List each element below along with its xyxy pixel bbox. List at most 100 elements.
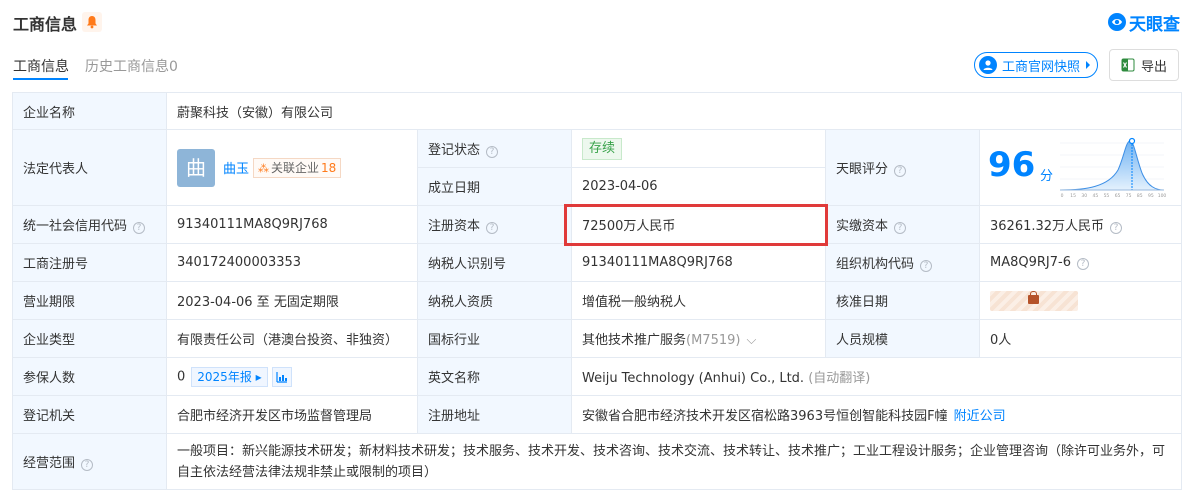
question-icon[interactable]: ? (486, 222, 499, 234)
question-icon[interactable]: ? (81, 459, 94, 471)
score-label-cell: 天眼评分? (825, 129, 980, 206)
company-name-label: 企业名称 (12, 92, 167, 130)
highlight-box (564, 204, 828, 246)
table-row: 参保人数 0 2025年报 ▸ 英文名称 Weiju Technology (An… (12, 357, 1183, 396)
question-icon[interactable]: ? (1076, 258, 1089, 270)
address-cell: 安徽省合肥市经济技术开发区宿松路3963号恒创智能科技园F幢 附近公司 (570, 395, 1183, 434)
found-date-label: 成立日期 (417, 167, 572, 206)
taxpayer-id-label: 纳税人识别号 (417, 243, 572, 282)
related-companies-tag[interactable]: ⁂ 关联企业 18 (253, 157, 342, 178)
excel-icon (1121, 58, 1135, 72)
score-axis-tick: 0 (1061, 193, 1064, 199)
logo-mark-icon (1108, 13, 1126, 31)
insured-value: 0 (177, 369, 186, 384)
score-axis-tick: 45 (1092, 193, 1098, 199)
reg-capital-label-cell: 注册资本? (417, 205, 572, 244)
trend-chart-icon[interactable] (271, 366, 292, 387)
org-code-cell: MA8Q9RJ7-6? (978, 243, 1183, 282)
address-label: 注册地址 (417, 395, 572, 434)
official-site-snapshot-button[interactable]: 工商官网快照 (974, 52, 1098, 78)
reg-status-label-cell: 登记状态? (417, 129, 572, 168)
question-icon[interactable]: ? (1110, 222, 1123, 234)
locked-content[interactable] (990, 290, 1078, 311)
found-date-value: 2023-04-06 (571, 167, 826, 206)
scope-label: 经营范围 (23, 456, 76, 471)
industry-cell[interactable]: 其他技术推广服务(M7519) ⌵ (571, 319, 826, 358)
english-name-label: 英文名称 (417, 357, 572, 396)
table-row: 法定代表人 曲曲玉 ⁂关联企业18 登记状态? 存续 天眼评分? 96 分 (12, 129, 1183, 206)
score-axis-tick: 30 (1081, 193, 1087, 199)
score-cell[interactable]: 96 分 0 15 30 45 55 65 75 85 95 100 (978, 129, 1183, 206)
bell-icon[interactable] (82, 12, 102, 32)
export-label: 导出 (1140, 59, 1167, 75)
annual-report-tag[interactable]: 2025年报 ▸ (191, 366, 268, 387)
score-axis-tick: 75 (1126, 193, 1132, 199)
table-row: 企业类型 有限责任公司（港澳台投资、非独资） 国标行业 其他技术推广服务(M75… (12, 319, 1183, 358)
reg-status-cell: 存续 (571, 129, 826, 168)
industry-label: 国标行业 (417, 319, 572, 358)
page-title: 工商信息 (13, 15, 78, 34)
legal-rep-label: 法定代表人 (12, 129, 167, 206)
insured-label: 参保人数 (12, 357, 167, 396)
active-tab-indicator (13, 78, 68, 80)
taxpayer-qual-label: 纳税人资质 (417, 281, 572, 320)
status-badge: 存续 (582, 137, 623, 160)
score-axis-tick: 95 (1148, 193, 1154, 199)
paid-capital-value: 36261.32万人民币 (990, 219, 1105, 234)
question-icon[interactable]: ? (486, 146, 499, 158)
legal-rep-name-link[interactable]: 曲玉 (223, 162, 249, 177)
score-widget: 96 分 0 15 30 45 55 65 75 85 95 100 (980, 131, 1181, 205)
nearby-companies-link[interactable]: 附近公司 (954, 409, 1006, 424)
table-row: 企业名称 蔚聚科技（安徽）有限公司 (12, 92, 1183, 130)
score-unit: 分 (1040, 168, 1054, 184)
approve-date-label: 核准日期 (825, 281, 980, 320)
english-name-value: Weiju Technology (Anhui) Co., Ltd. (582, 371, 805, 386)
table-row: 登记机关 合肥市经济开发区市场监督管理局 注册地址 安徽省合肥市经济技术开发区宿… (12, 395, 1183, 434)
industry-code: (M7519) (686, 333, 741, 348)
reg-capital-label: 注册资本 (428, 219, 481, 234)
related-companies-count: 18 (321, 160, 337, 175)
question-icon[interactable]: ? (894, 165, 907, 177)
taxpayer-qual-value: 增值税一般纳税人 (571, 281, 826, 320)
score-axis-tick: 85 (1137, 193, 1143, 199)
score-axis-tick: 65 (1115, 193, 1121, 199)
table-row: 工商注册号 340172400003353 纳税人识别号 91340111MA8… (12, 243, 1183, 282)
tab-history-business-info[interactable]: 历史工商信息0 (85, 56, 178, 76)
user-icon (979, 56, 997, 74)
authority-label: 登记机关 (12, 395, 167, 434)
caret-right-icon (1086, 61, 1091, 69)
approve-date-cell (978, 281, 1183, 320)
official-site-snapshot-label: 工商官网快照 (1002, 59, 1081, 75)
paid-capital-label-cell: 实缴资本? (825, 205, 980, 244)
business-info-table: 企业名称 蔚聚科技（安徽）有限公司 法定代表人 曲曲玉 ⁂ 关联企业 18 登记状态?… (12, 92, 1183, 490)
legal-rep-cell: 曲曲玉 ⁂ 关联企业 18 (166, 129, 418, 206)
scope-label-cell: 经营范围? (12, 433, 167, 490)
table-row: 经营范围? 一般项目：新兴能源技术研发；新材料技术研发；技术服务、技术开发、技术… (12, 433, 1183, 490)
lock-icon (1028, 290, 1039, 304)
reg-no-label: 工商注册号 (12, 243, 167, 282)
question-icon[interactable]: ? (133, 222, 146, 234)
industry-value: 其他技术推广服务 (582, 333, 687, 348)
tianyancha-logo: 天眼查 (1107, 10, 1180, 35)
score-label: 天眼评分 (836, 162, 889, 177)
staff-size-value: 0人 (978, 319, 1183, 358)
table-row: 营业期限 2023-04-06 至 无固定期限 纳税人资质 增值税一般纳税人 核… (12, 281, 1183, 320)
company-type-value: 有限责任公司（港澳台投资、非独资） (166, 319, 418, 358)
paid-capital-cell: 36261.32万人民币? (978, 205, 1183, 244)
chevron-down-icon[interactable]: ⌵ (746, 333, 756, 348)
avatar[interactable]: 曲 (177, 148, 215, 187)
score-axis-tick: 15 (1070, 193, 1076, 199)
tab-business-info[interactable]: 工商信息 (13, 56, 69, 76)
term-label: 营业期限 (12, 281, 167, 320)
credit-code-label: 统一社会信用代码 (23, 219, 128, 234)
related-companies-label: 关联企业 (271, 160, 320, 175)
export-button[interactable]: 导出 (1109, 49, 1179, 81)
auto-translate-note: (自动翻译) (808, 371, 871, 386)
company-type-label: 企业类型 (12, 319, 167, 358)
address-value: 安徽省合肥市经济技术开发区宿松路3963号恒创智能科技园F幢 (582, 409, 948, 424)
reg-status-label: 登记状态 (428, 143, 481, 158)
taxpayer-id-value: 91340111MA8Q9RJ768 (571, 243, 826, 282)
score-distribution-chart: 0 15 30 45 55 65 75 85 95 100 (1059, 137, 1166, 199)
question-icon[interactable]: ? (894, 222, 907, 234)
question-icon[interactable]: ? (920, 260, 933, 272)
